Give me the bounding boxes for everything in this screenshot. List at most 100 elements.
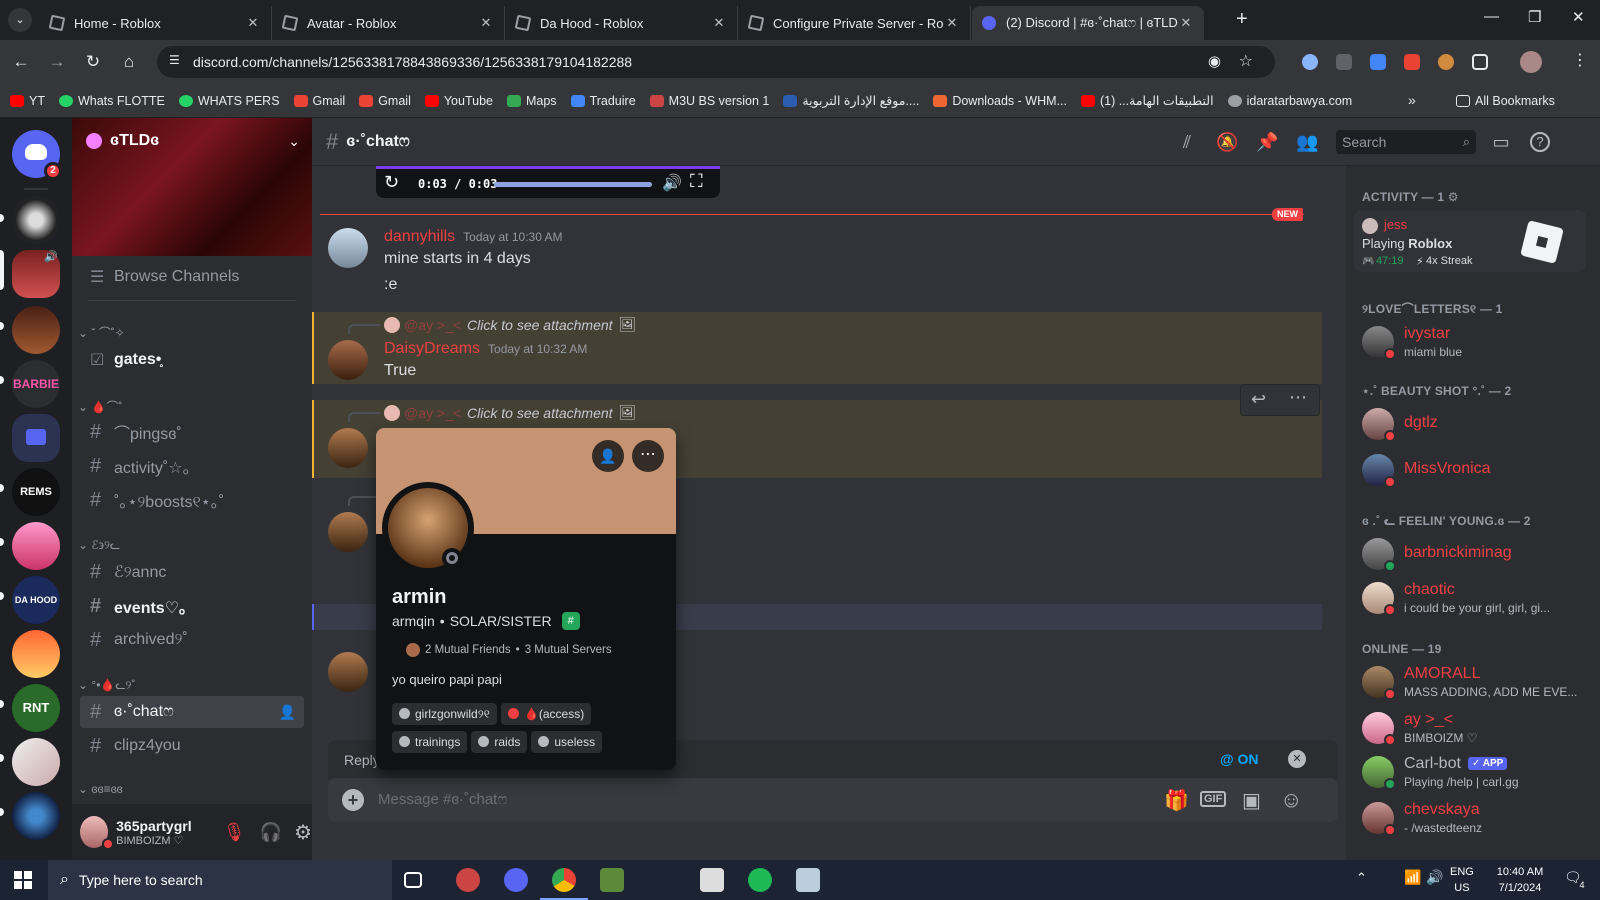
restore-icon[interactable]: ❐: [1528, 8, 1541, 26]
server-icon[interactable]: [12, 630, 60, 678]
bookmark[interactable]: WHATS PERS: [178, 94, 280, 108]
avatar[interactable]: [328, 340, 368, 380]
volume-icon[interactable]: 🔊: [1426, 869, 1443, 886]
member-item[interactable]: AMORALL MASS ADDING, ADD ME EVE...: [1354, 660, 1586, 704]
server-icon[interactable]: [12, 792, 60, 840]
cookie-icon[interactable]: [1438, 54, 1454, 70]
activity-card[interactable]: jess Playing Roblox 🎮 47:19 ⚡ 4x Streak: [1354, 210, 1586, 272]
puzzle-icon[interactable]: [1472, 54, 1488, 70]
channel-pings[interactable]: # ⌒pingsɞ˚: [80, 416, 304, 448]
app-icon[interactable]: [796, 868, 820, 892]
close-icon[interactable]: ✕: [944, 15, 960, 31]
role-tag[interactable]: raids: [471, 730, 528, 753]
server-icon[interactable]: BARBIE: [12, 360, 60, 408]
replay-icon[interactable]: ↻: [384, 172, 399, 193]
member-item[interactable]: barbnickiminag: [1354, 532, 1586, 576]
avatar[interactable]: [328, 652, 368, 692]
star-icon[interactable]: ☆: [1239, 51, 1253, 71]
browser-tab[interactable]: Home - Roblox ✕: [40, 6, 272, 40]
gear-icon[interactable]: ⚙: [1448, 190, 1459, 204]
user-avatar[interactable]: [80, 816, 114, 850]
url-input[interactable]: ☰ discord.com/channels/12563381788438693…: [157, 46, 1275, 78]
bookmark[interactable]: التطبيقات الهامة... (1): [1080, 93, 1214, 108]
add-friend-button[interactable]: 👤: [592, 440, 624, 472]
extension-icon[interactable]: [1336, 54, 1352, 70]
browser-tab[interactable]: Configure Private Server - Roblo ✕: [739, 6, 971, 40]
search-input[interactable]: Search ⌕: [1336, 130, 1476, 154]
category-header[interactable]: ⌄ 🩸⌒˚: [78, 398, 122, 415]
network-icon[interactable]: 📶: [1404, 869, 1421, 886]
app-icon[interactable]: [700, 868, 724, 892]
close-icon[interactable]: ✕: [478, 15, 494, 31]
server-header[interactable]: ɞTLDɞ ⌄: [86, 132, 300, 150]
category-header[interactable]: ⌄ ℰ϶୨ᓚ: [78, 538, 120, 553]
bookmark[interactable]: Whats FLOTTE: [58, 94, 165, 108]
member-item[interactable]: MissVronica: [1354, 448, 1586, 492]
message-input[interactable]: + Message #ɞ·˚chatෆ 🎁 GIF ▣ ☺: [328, 778, 1338, 822]
browse-channels[interactable]: ☰ Browse Channels: [80, 261, 304, 293]
reply-icon[interactable]: ↩: [1251, 389, 1266, 410]
reload-icon[interactable]: ↻: [78, 52, 108, 72]
server-icon[interactable]: [12, 196, 60, 244]
server-folder[interactable]: [12, 414, 60, 462]
browser-tab-active[interactable]: (2) Discord | #ɞ·˚chatෆ | ɞTLDɞ ✕: [972, 6, 1204, 40]
profile-avatar[interactable]: [1520, 51, 1542, 73]
channel-activity[interactable]: # activity˚☆。: [80, 450, 304, 482]
server-icon[interactable]: RNT: [12, 684, 60, 732]
bookmark[interactable]: Downloads - WHM...: [933, 94, 1067, 108]
avatar[interactable]: [328, 428, 368, 468]
video-player[interactable]: ↻ 0:03 / 0:03 🔊 ⛶: [376, 166, 720, 198]
channel-events[interactable]: # events♡｡: [80, 590, 304, 622]
server-icon[interactable]: REMS: [12, 468, 60, 516]
chevron-up-icon[interactable]: ⌃: [1356, 870, 1367, 886]
taskbar-search[interactable]: ⌕ Type here to search: [48, 860, 392, 900]
new-tab-button[interactable]: +: [1236, 8, 1248, 31]
bookmark[interactable]: idaratarbawya.com: [1227, 94, 1352, 108]
category-header[interactable]: ⌄ °•🩸ᓚ୨˚: [78, 678, 136, 693]
bookmark[interactable]: YT: [10, 94, 45, 108]
minimize-icon[interactable]: —: [1484, 8, 1499, 25]
category-header[interactable]: ⌄ ɞɞ≡ɞɞ: [78, 782, 123, 796]
avatar[interactable]: [328, 228, 368, 268]
bookmark[interactable]: Gmail: [359, 94, 411, 108]
help-icon[interactable]: ?: [1530, 132, 1550, 152]
extension-icon[interactable]: [1302, 54, 1318, 70]
pin-icon[interactable]: 📌: [1256, 132, 1278, 154]
gif-icon[interactable]: GIF: [1200, 791, 1227, 807]
more-bookmarks-icon[interactable]: »: [1408, 92, 1416, 108]
member-item[interactable]: ivystar miami blue: [1354, 320, 1586, 364]
bookmark[interactable]: YouTube: [424, 94, 493, 108]
member-item[interactable]: Carl-bot ✓ APP Playing /help | carl.gg: [1354, 750, 1586, 794]
back-icon[interactable]: ←: [6, 52, 36, 72]
app-icon[interactable]: [456, 868, 480, 892]
reply-preview[interactable]: @ay >_< Click to see attachment 🖼: [384, 316, 636, 333]
channel-gates[interactable]: ☑ gates•̥: [80, 344, 304, 376]
headphones-icon[interactable]: 🎧: [260, 822, 282, 843]
notification-muted-icon[interactable]: 🔕: [1216, 132, 1238, 154]
close-reply-icon[interactable]: ✕: [1288, 750, 1306, 768]
bookmark[interactable]: Maps: [506, 94, 557, 108]
close-icon[interactable]: ✕: [245, 15, 261, 31]
member-item[interactable]: chaotic i could be your girl, girl, gi...: [1354, 576, 1586, 620]
close-icon[interactable]: ✕: [711, 15, 727, 31]
browser-tab[interactable]: Avatar - Roblox ✕: [273, 6, 505, 40]
site-info-icon[interactable]: ☰: [169, 53, 180, 67]
sticker-icon[interactable]: ▣: [1242, 788, 1261, 813]
discord-taskbar-icon[interactable]: [504, 868, 528, 892]
inbox-icon[interactable]: ▭: [1490, 132, 1512, 154]
chrome-icon[interactable]: [552, 868, 576, 892]
bookmark[interactable]: M3U BS version 1: [649, 94, 769, 108]
add-member-icon[interactable]: 👤: [279, 704, 296, 721]
server-icon[interactable]: [12, 738, 60, 786]
all-bookmarks[interactable]: All Bookmarks: [1456, 94, 1555, 108]
mic-muted-icon[interactable]: 🎙: [223, 822, 246, 843]
message-author[interactable]: DaisyDreams Today at 10:32 AM: [384, 340, 587, 358]
fullscreen-icon[interactable]: ⛶: [690, 171, 703, 192]
extension-icon[interactable]: [1370, 54, 1386, 70]
role-tag[interactable]: girlzgonwild୨୧: [392, 702, 497, 725]
member-item[interactable]: ay >_< BIMBOIZM ♡: [1354, 706, 1586, 750]
server-icon[interactable]: DA HOOD: [12, 576, 60, 624]
more-icon[interactable]: ⋯: [1289, 387, 1307, 408]
member-item[interactable]: chevskaya - /wastedteenz: [1354, 796, 1586, 840]
clock[interactable]: 10:40 AM 7/1/2024: [1488, 864, 1552, 896]
